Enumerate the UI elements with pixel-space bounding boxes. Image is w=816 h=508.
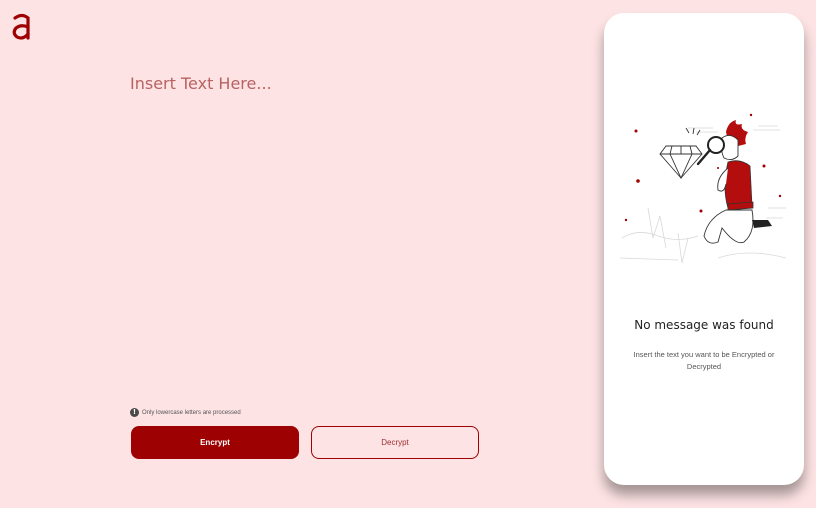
info-icon: ! bbox=[130, 408, 139, 417]
page: ! Only lowercase letters are processed E… bbox=[0, 0, 816, 508]
alura-logo-icon bbox=[12, 13, 30, 40]
encrypt-button[interactable]: Encrypt bbox=[131, 426, 299, 459]
output-title: No message was found bbox=[634, 318, 774, 332]
message-input[interactable] bbox=[130, 74, 530, 374]
output-description: Insert the text you want to be Encrypted… bbox=[633, 350, 775, 371]
decrypt-button[interactable]: Decrypt bbox=[311, 426, 479, 459]
person-with-magnifying-glass-icon bbox=[619, 113, 787, 264]
output-panel: No message was found Insert the text you… bbox=[604, 13, 804, 485]
notice-text: Only lowercase letters are processed bbox=[142, 409, 241, 416]
notice: ! Only lowercase letters are processed bbox=[130, 408, 241, 417]
